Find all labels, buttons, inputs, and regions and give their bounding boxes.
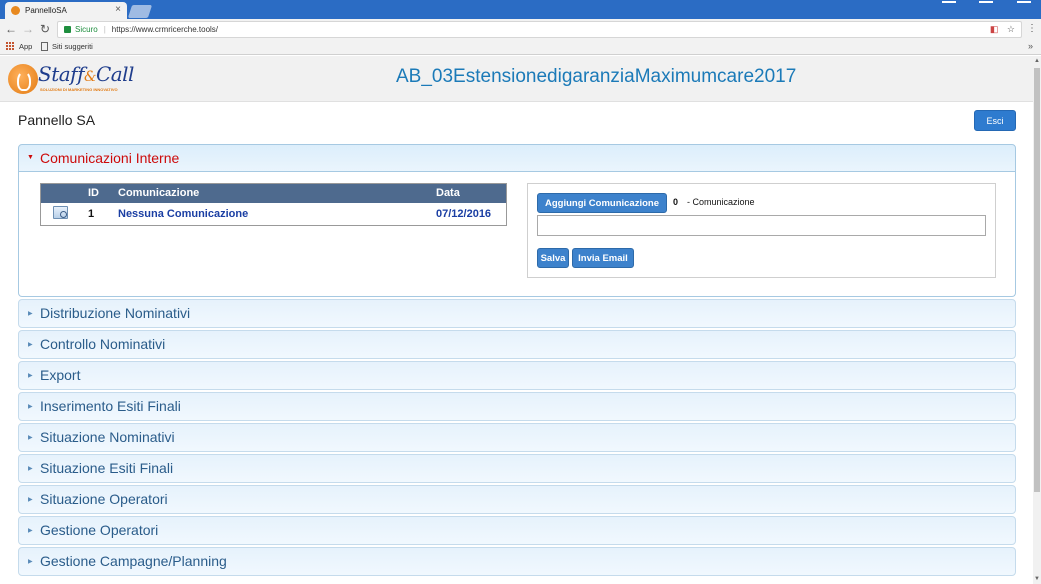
more-bookmarks-chevron[interactable]: » [1028, 41, 1033, 51]
window-close-icon[interactable] [1017, 1, 1031, 3]
accordion-label: Situazione Esiti Finali [40, 460, 174, 476]
apps-grid-icon [6, 42, 15, 51]
bookmark-label: App [19, 42, 33, 51]
accordion-header-distribuzione-nominativi[interactable]: ▶ Distribuzione Nominativi [18, 299, 1016, 328]
back-arrow-icon[interactable]: ← [4, 22, 18, 36]
accordion-header-situazione-nominativi[interactable]: ▶ Situazione Nominativi [18, 423, 1016, 452]
campaign-title: AB_03EstensionedigaranziaMaximumcare2017 [396, 66, 797, 87]
accordion-label: Comunicazioni Interne [40, 150, 180, 166]
bookmark-star-icon[interactable]: ☆ [1007, 24, 1015, 34]
browser-tab[interactable]: PannelloSA × [5, 2, 127, 19]
reload-icon[interactable]: ↻ [38, 22, 52, 36]
browser-menu-icon[interactable]: ⋮ [1027, 23, 1037, 34]
collapsed-triangle-icon: ▶ [28, 528, 33, 534]
browser-toolbar: ← → ↻ Sicuro | https://www.crmricerche.t… [0, 19, 1041, 40]
accordion-label: Situazione Nominativi [40, 429, 175, 445]
accordion-header-export[interactable]: ▶ Export [18, 361, 1016, 390]
logout-button[interactable]: Esci [974, 110, 1016, 131]
save-button[interactable]: Salva [537, 248, 569, 268]
collapsed-triangle-icon: ▶ [28, 497, 33, 503]
accordion-label: Export [40, 367, 81, 383]
tab-close-icon[interactable]: × [115, 4, 121, 15]
new-tab-button[interactable] [127, 5, 153, 18]
accordion-label: Situazione Operatori [40, 491, 168, 507]
collapsed-triangle-icon: ▶ [28, 342, 33, 348]
cell-comunicazione[interactable]: Nessuna Comunicazione [118, 208, 248, 220]
page-icon [41, 42, 48, 51]
accordion-header-situazione-operatori[interactable]: ▶ Situazione Operatori [18, 485, 1016, 514]
tab-title: PannelloSA [25, 6, 67, 15]
logo-emblem-icon [8, 64, 38, 94]
accordion-header-inserimento-esiti-finali[interactable]: ▶ Inserimento Esiti Finali [18, 392, 1016, 421]
add-communication-button[interactable]: Aggiungi Comunicazione [537, 193, 667, 213]
column-header-data: Data [436, 187, 460, 199]
scroll-up-arrow-icon[interactable]: ▲ [1034, 58, 1040, 64]
forward-arrow-icon[interactable]: → [21, 22, 35, 36]
scroll-down-arrow-icon[interactable]: ▼ [1034, 576, 1040, 582]
page-scrollbar[interactable]: ▲ ▼ [1033, 56, 1041, 584]
address-separator: | [103, 25, 106, 34]
accordion-label: Controllo Nominativi [40, 336, 166, 352]
scrollbar-thumb[interactable] [1034, 68, 1040, 492]
browser-titlebar: PannelloSA × [0, 0, 1041, 19]
collapsed-triangle-icon: ▶ [28, 404, 33, 410]
cell-data: 07/12/2016 [436, 208, 492, 220]
accordion-label: Inserimento Esiti Finali [40, 398, 181, 414]
lock-icon [64, 26, 71, 33]
logo-tagline: SOLUZIONI DI MARKETING INNOVATIVO [40, 87, 118, 92]
send-email-button[interactable]: Invia Email [572, 248, 634, 268]
accordion-header-controllo-nominativi[interactable]: ▶ Controllo Nominativi [18, 330, 1016, 359]
collapsed-triangle-icon: ▶ [28, 435, 33, 441]
communication-input[interactable] [537, 215, 986, 236]
site-settings-icon[interactable]: ◧ [990, 24, 999, 34]
expanded-triangle-icon: ▼ [27, 154, 34, 161]
logo-text: Staff&Call [38, 62, 134, 86]
site-favicon-icon [11, 6, 20, 15]
bookmark-suggested-sites[interactable]: Siti suggeriti [41, 42, 93, 51]
bookmark-apps[interactable]: App [6, 42, 32, 51]
accordion-label: Gestione Operatori [40, 522, 159, 538]
cell-id: 1 [88, 208, 95, 220]
accordion-header-gestione-operatori[interactable]: ▶ Gestione Operatori [18, 516, 1016, 545]
collapsed-triangle-icon: ▶ [28, 466, 33, 472]
communications-table: ID Comunicazione Data 1 Nessuna Comunica… [40, 183, 507, 226]
accordion-body-comunicazioni-interne: ID Comunicazione Data 1 Nessuna Comunica… [18, 172, 1016, 297]
accordion-header-situazione-esiti-finali[interactable]: ▶ Situazione Esiti Finali [18, 454, 1016, 483]
staffcall-logo: Staff&Call SOLUZIONI DI MARKETING INNOVA… [8, 62, 138, 96]
column-header-id: ID [88, 187, 99, 199]
collapsed-triangle-icon: ▶ [28, 311, 33, 317]
accordion-header-gestione-campagne-planning[interactable]: ▶ Gestione Campagne/Planning [18, 547, 1016, 576]
window-minimize-icon[interactable] [942, 1, 956, 3]
accordion-header-comunicazioni-interne[interactable]: ▼ Comunicazioni Interne [18, 144, 1016, 172]
bookmark-label: Siti suggeriti [52, 42, 93, 51]
secure-label: Sicuro [75, 25, 98, 34]
page-title: Pannello SA [18, 112, 96, 128]
accordion-label: Gestione Campagne/Planning [40, 553, 227, 569]
collapsed-triangle-icon: ▶ [28, 559, 33, 565]
communication-form: Aggiungi Comunicazione 0 - Comunicazione… [527, 183, 996, 278]
bookmarks-bar: App Siti suggeriti » [0, 40, 1041, 55]
view-details-icon[interactable] [53, 206, 68, 219]
app-header: Staff&Call SOLUZIONI DI MARKETING INNOVA… [0, 56, 1033, 102]
table-header: ID Comunicazione Data [41, 184, 506, 203]
address-bar[interactable]: Sicuro | https://www.crmricerche.tools/ … [57, 21, 1022, 38]
communication-counter: 0 [673, 197, 679, 207]
collapsed-triangle-icon: ▶ [28, 373, 33, 379]
column-header-comunicazione: Comunicazione [118, 187, 200, 199]
window-maximize-icon[interactable] [979, 1, 993, 3]
url-text: https://www.crmricerche.tools/ [111, 25, 219, 34]
communication-counter-label: - Comunicazione [687, 197, 755, 207]
accordion-label: Distribuzione Nominativi [40, 305, 191, 321]
page-content: Staff&Call SOLUZIONI DI MARKETING INNOVA… [0, 56, 1033, 584]
table-row[interactable]: 1 Nessuna Comunicazione 07/12/2016 [41, 203, 506, 225]
